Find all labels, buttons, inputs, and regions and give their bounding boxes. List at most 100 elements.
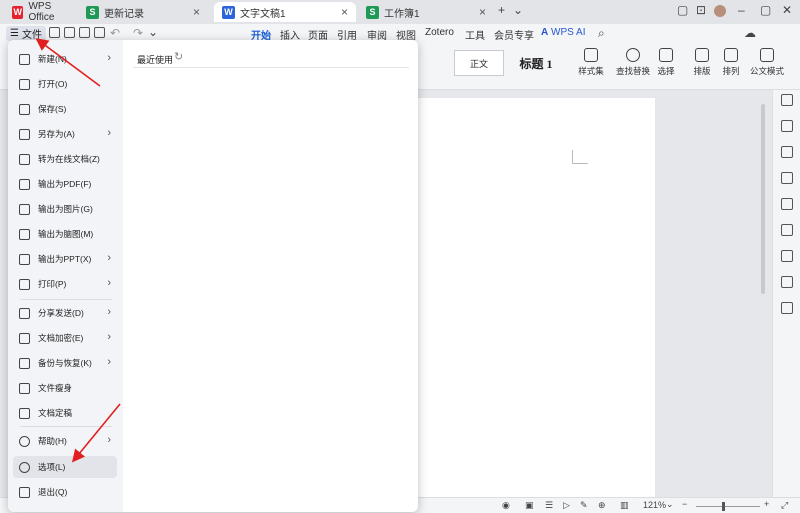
menu-item-export-pdf[interactable]: 输出为PDF(F) [13, 173, 117, 195]
globe-icon[interactable]: ⊕ [598, 500, 606, 511]
wps-ai-button[interactable]: A WPS AI [541, 27, 585, 38]
tab-update-log[interactable]: S 更新记录 × [78, 2, 208, 22]
tool-label: 选择 [657, 66, 675, 76]
zoom-in-icon[interactable]: + [764, 499, 769, 509]
menu-item-finalize[interactable]: 文档定稿 [13, 402, 117, 424]
menu-divider [20, 299, 112, 300]
list-view-icon[interactable]: ☰ [545, 500, 553, 511]
close-window-icon[interactable]: ✕ [782, 3, 792, 17]
cloud-icon[interactable]: ☁ [744, 26, 756, 40]
style-set-button[interactable]: 样式集 [574, 48, 608, 77]
chevron-down-icon[interactable]: ⌄ [666, 499, 674, 510]
menu-item-options[interactable]: 选项(L) [13, 456, 117, 478]
menu-item-help[interactable]: 帮助(H) › [13, 430, 117, 452]
menu-item-print[interactable]: 打印(P) › [13, 273, 117, 295]
image-icon[interactable] [780, 224, 793, 236]
menu-item-label: 转为在线文档(Z) [38, 154, 100, 164]
menu-item-backup[interactable]: 备份与恢复(K) › [13, 352, 117, 374]
window-icon[interactable]: ▢ [677, 3, 688, 17]
official-doc-button[interactable]: 公文模式 [750, 48, 784, 77]
file-menu-list: 新建(N) › 打开(O) 保存(S) 另存为(A) › 转为在线文档(Z) 输… [8, 40, 123, 512]
zoom-out-icon[interactable]: − [682, 499, 687, 509]
menu-item-save-as[interactable]: 另存为(A) › [13, 123, 117, 145]
close-icon[interactable]: × [479, 5, 486, 19]
tools-icon[interactable] [780, 198, 793, 210]
help-icon [19, 435, 30, 447]
column-icon[interactable]: ▥ [620, 500, 629, 511]
menu-item-slim[interactable]: 文件瘦身 [13, 377, 117, 399]
pin-icon[interactable]: ⊡ [696, 3, 706, 17]
zoom-level[interactable]: 121% [643, 500, 666, 510]
style-heading-label: 标题 1 [519, 56, 553, 71]
fullscreen-icon[interactable]: ⤢ [781, 500, 788, 511]
document-page[interactable] [395, 98, 655, 497]
menu-item-export-ppt[interactable]: 输出为PPT(X) › [13, 248, 117, 270]
new-doc-icon [19, 53, 30, 65]
tab-tools[interactable]: 工具 [465, 27, 485, 42]
new-tab-icon[interactable]: + [498, 3, 505, 17]
menu-item-new[interactable]: 新建(N) › [13, 48, 117, 70]
play-icon[interactable]: ▷ [563, 500, 570, 511]
avatar[interactable] [714, 5, 726, 17]
tab-wps-office[interactable]: W WPS Office [4, 1, 74, 23]
more-icon[interactable] [780, 302, 793, 314]
tab-document-1[interactable]: W 文字文稿1 × [214, 2, 356, 22]
chevron-right-icon: › [107, 306, 111, 318]
menu-item-label: 打开(O) [38, 79, 68, 89]
menu-item-label: 新建(N) [38, 54, 67, 64]
share-icon [19, 307, 30, 319]
minimize-icon[interactable]: – [738, 3, 745, 17]
sidebar-expand-icon[interactable] [780, 94, 793, 106]
chevron-down-icon[interactable]: ⌄ [513, 3, 523, 17]
menu-item-open[interactable]: 打开(O) [13, 73, 117, 95]
menu-item-share[interactable]: 分享发送(D) › [13, 302, 117, 324]
document-icon [760, 48, 774, 62]
eye-icon[interactable]: ◉ [502, 500, 510, 511]
pen-icon[interactable] [780, 120, 793, 132]
menu-item-encrypt[interactable]: 文档加密(E) › [13, 327, 117, 349]
style-heading-button[interactable]: 标题 1 [507, 50, 565, 76]
tools-icon[interactable] [64, 27, 75, 38]
chevron-down-icon[interactable]: ⌄ [148, 25, 158, 39]
redo-icon[interactable]: ↷ [133, 26, 143, 40]
select-button[interactable]: 选择 [649, 48, 683, 77]
maximize-icon[interactable]: ▢ [760, 3, 771, 17]
exit-icon [19, 486, 30, 498]
undo-icon[interactable]: ↶ [110, 26, 120, 40]
tab-zotero[interactable]: Zotero [425, 27, 454, 38]
menu-item-save[interactable]: 保存(S) [13, 98, 117, 120]
image-icon [19, 203, 30, 215]
zoom-slider-handle[interactable] [722, 502, 725, 511]
close-icon[interactable]: × [341, 5, 348, 19]
page-view-icon[interactable]: ▣ [525, 500, 534, 511]
settings-sliders-icon[interactable] [780, 172, 793, 184]
vertical-scrollbar[interactable] [759, 92, 767, 497]
scrollbar-thumb[interactable] [761, 104, 765, 294]
preview-icon[interactable] [94, 27, 105, 38]
format-icon[interactable] [780, 146, 793, 158]
help-icon[interactable] [780, 276, 793, 288]
tool-label: 公文模式 [750, 66, 785, 76]
wps-ai-label: WPS AI [551, 27, 586, 38]
menu-item-export-mindmap[interactable]: 输出为脑图(M) [13, 223, 117, 245]
pen-icon[interactable]: ✎ [580, 500, 588, 511]
style-normal-button[interactable]: 正文 [454, 50, 504, 76]
tool-label: 排列 [722, 66, 740, 76]
file-menu-button[interactable]: ☰ 文件 [6, 26, 46, 41]
find-replace-button[interactable]: 查找替换 [616, 48, 650, 77]
arrange-button[interactable]: 排列 [714, 48, 748, 77]
brush-icon[interactable] [780, 250, 793, 262]
refresh-icon[interactable]: ↻ [174, 50, 183, 63]
zoom-slider[interactable] [696, 502, 760, 511]
menu-item-export-image[interactable]: 输出为图片(G) [13, 198, 117, 220]
close-icon[interactable]: × [193, 5, 200, 19]
menu-item-exit[interactable]: 退出(Q) [13, 481, 117, 503]
print-icon[interactable] [79, 27, 90, 38]
search-icon[interactable]: ⌕ [598, 26, 605, 41]
tab-member[interactable]: 会员专享 [494, 27, 534, 42]
menu-item-label: 文件瘦身 [38, 383, 73, 393]
layout-icon [695, 48, 709, 62]
save-icon[interactable] [49, 27, 60, 38]
menu-item-to-online[interactable]: 转为在线文档(Z) [13, 148, 117, 170]
tab-workbook-1[interactable]: S 工作簿1 × [358, 2, 494, 22]
